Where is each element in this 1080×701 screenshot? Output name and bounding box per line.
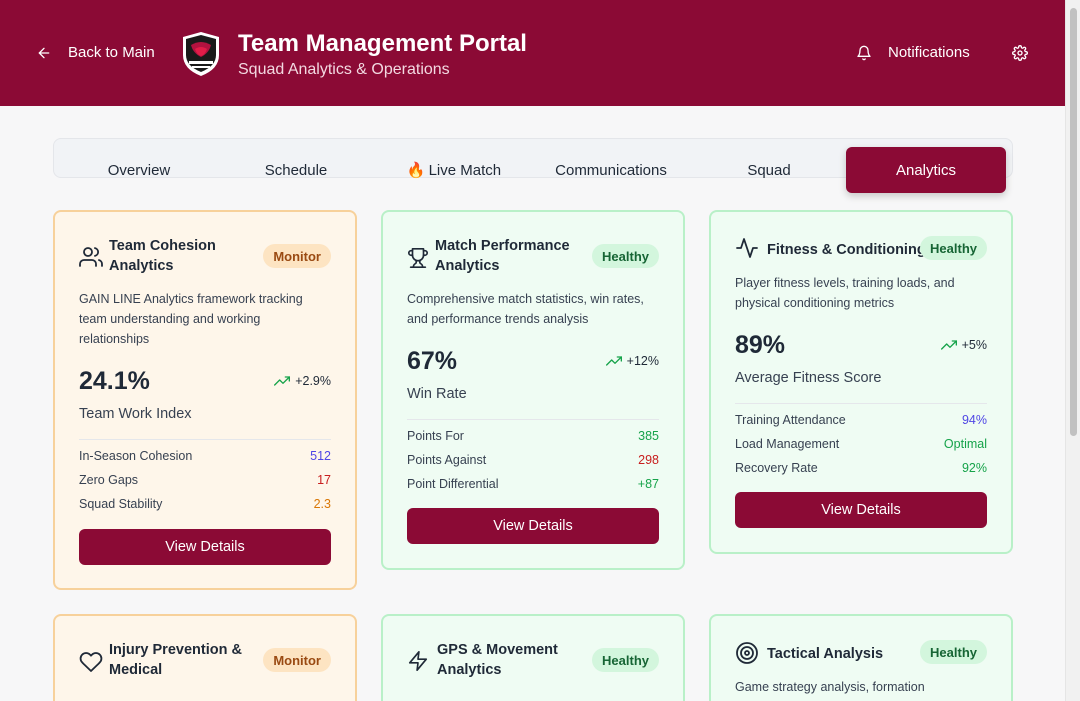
- card-description: Comprehensive match statistics, win rate…: [407, 292, 644, 326]
- stat-row: Zero Gaps 17: [79, 473, 331, 487]
- tab-squad[interactable]: Squad: [689, 147, 849, 193]
- zap-icon: [408, 651, 428, 671]
- stat-row: Point Differential +87: [407, 477, 659, 491]
- divider: [79, 439, 331, 440]
- metric-value: 89%: [735, 331, 786, 359]
- tab-analytics[interactable]: Analytics: [846, 147, 1006, 193]
- status-badge: Monitor: [263, 244, 331, 268]
- activity-icon: [736, 238, 758, 258]
- trend-indicator: +2.9%: [274, 373, 331, 389]
- trend-value: +2.9%: [295, 374, 331, 388]
- settings-button[interactable]: [1012, 45, 1028, 66]
- fire-icon: 🔥: [406, 162, 426, 179]
- card-tactical-analysis: Tactical Analysis Healthy Game strategy …: [709, 614, 1013, 701]
- card-title: Match Performance Analytics: [435, 238, 570, 274]
- trend-indicator: +12%: [605, 353, 659, 369]
- card-title: Injury Prevention & Medical: [109, 642, 242, 678]
- divider: [735, 403, 987, 404]
- status-badge: Healthy: [592, 244, 659, 268]
- stat-row: Load Management Optimal: [735, 437, 987, 451]
- trending-up-icon: [274, 376, 291, 386]
- trophy-icon: [408, 248, 428, 268]
- page-title: Team Management Portal: [238, 30, 527, 57]
- stat-row: Recovery Rate 92%: [735, 461, 987, 475]
- tab-communications[interactable]: Communications: [531, 147, 691, 193]
- trend-value: +5%: [961, 338, 987, 352]
- tab-live-match[interactable]: 🔥 Live Match: [374, 147, 534, 193]
- card-team-cohesion: Team Cohesion Analytics Monitor GAIN LINE…: [53, 210, 357, 590]
- card-injury-prevention: Injury Prevention & Medical Monitor: [53, 614, 357, 701]
- metric-value: 67%: [407, 347, 458, 375]
- trend-indicator: +5%: [940, 337, 987, 353]
- stat-row: Training Attendance 94%: [735, 413, 987, 427]
- users-icon: [79, 247, 103, 267]
- notifications-label: Notifications: [888, 44, 970, 61]
- status-badge: Healthy: [920, 236, 987, 260]
- card-description: Game strategy analysis, formation: [735, 680, 925, 694]
- card-description: GAIN LINE Analytics framework tracking te…: [79, 292, 303, 346]
- card-fitness-conditioning: Fitness & Conditioning Healthy Player fi…: [709, 210, 1013, 554]
- page-subtitle: Squad Analytics & Operations: [238, 61, 450, 78]
- trend-value: +12%: [626, 354, 659, 368]
- view-details-button[interactable]: View Details: [79, 529, 331, 565]
- tab-label: Squad: [747, 161, 791, 179]
- tab-schedule[interactable]: Schedule: [216, 147, 376, 193]
- view-details-button[interactable]: View Details: [735, 492, 987, 528]
- status-badge: Healthy: [920, 640, 987, 664]
- tab-bar: Overview Schedule 🔥 Live Match Communicat…: [53, 138, 1013, 193]
- back-to-main-button[interactable]: Back to Main: [36, 44, 155, 61]
- status-badge: Healthy: [592, 648, 659, 672]
- app-header: Back to Main Team Management Portal Squa…: [0, 0, 1065, 106]
- card-match-performance: Match Performance Analytics Healthy Compr…: [381, 210, 685, 570]
- card-gps-movement: GPS & Movement Analytics Healthy: [381, 614, 685, 701]
- stat-row: Points For 385: [407, 429, 659, 443]
- metric-value: 24.1%: [79, 367, 150, 395]
- page-scrollbar[interactable]: [1065, 0, 1080, 701]
- heart-icon: [79, 652, 103, 672]
- trending-up-icon: [940, 340, 957, 350]
- back-label: Back to Main: [68, 44, 155, 61]
- target-icon: [736, 642, 758, 664]
- scrollbar-thumb[interactable]: [1070, 8, 1077, 436]
- tab-overview[interactable]: Overview: [59, 147, 219, 193]
- tab-label: Live Match: [428, 161, 502, 179]
- card-title: GPS & Movement Analytics: [437, 642, 558, 678]
- tab-label: Overview: [107, 161, 171, 179]
- tab-label: Schedule: [264, 161, 328, 179]
- card-title: Team Cohesion Analytics: [109, 238, 216, 274]
- team-logo: [181, 31, 221, 77]
- tab-label: Analytics: [895, 161, 957, 179]
- gear-icon: [1012, 45, 1028, 61]
- metric-label: Average Fitness Score: [735, 370, 882, 386]
- stat-row: In-Season Cohesion 512: [79, 449, 331, 463]
- status-badge: Monitor: [263, 648, 331, 672]
- bell-icon: [857, 45, 871, 60]
- card-title: Fitness & Conditioning: [767, 242, 926, 258]
- tab-label: Communications: [555, 161, 667, 179]
- arrow-left-icon: [38, 47, 50, 58]
- metric-label: Win Rate: [407, 386, 467, 402]
- notifications-button[interactable]: Notifications: [856, 44, 970, 61]
- trending-up-icon: [605, 356, 622, 366]
- view-details-button[interactable]: View Details: [407, 508, 659, 544]
- card-title: Tactical Analysis: [767, 646, 884, 662]
- stat-row: Squad Stability 2.3: [79, 497, 331, 511]
- card-description: Player fitness levels, training loads, a…: [735, 276, 955, 310]
- metric-label: Team Work Index: [79, 406, 192, 422]
- divider: [407, 419, 659, 420]
- stat-row: Points Against 298: [407, 453, 659, 467]
